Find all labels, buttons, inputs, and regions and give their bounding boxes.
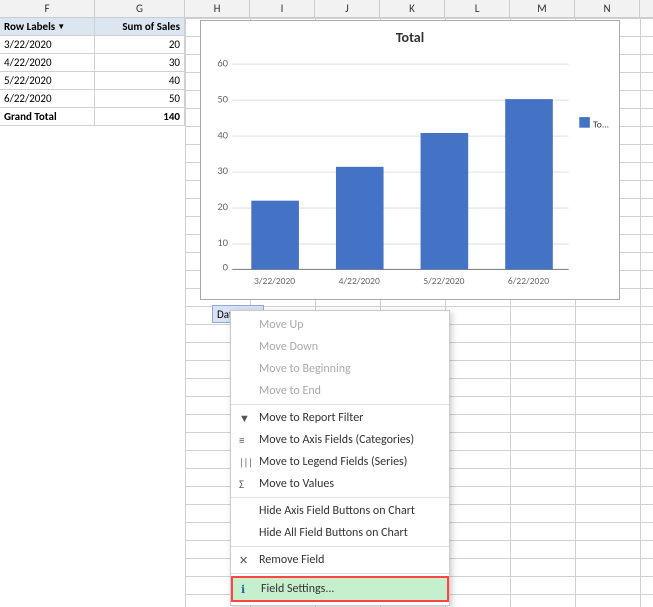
- pivot-date-2: 4/22/2020: [0, 54, 95, 71]
- svg-text:40: 40: [217, 128, 228, 141]
- pivot-grand-total-label: Grand Total: [0, 108, 95, 125]
- col-l-header: L: [445, 0, 510, 17]
- svg-text:30: 30: [217, 164, 228, 177]
- col-m-header: M: [510, 0, 575, 17]
- col-header-row: F G H I J K L M N: [0, 0, 653, 18]
- svg-text:0: 0: [223, 261, 229, 274]
- separator-2: [231, 497, 449, 498]
- remove-field-icon: ✕: [239, 554, 248, 567]
- menu-item-values[interactable]: Σ Move to Values: [231, 473, 449, 495]
- row-labels-dropdown[interactable]: ▼: [57, 22, 65, 32]
- pivot-col-f-header[interactable]: Row Labels ▼: [0, 18, 95, 35]
- svg-text:4/22/2020: 4/22/2020: [339, 275, 380, 287]
- svg-text:20: 20: [217, 200, 228, 213]
- chart-title: Total: [209, 29, 611, 46]
- col-n-header: N: [575, 0, 640, 17]
- field-settings-icon: ℹ: [241, 583, 245, 596]
- pivot-row-3: 5/22/2020 40: [0, 72, 185, 90]
- menu-item-axis-fields[interactable]: ≡ Move to Axis Fields (Categories): [231, 429, 449, 451]
- move-up-label: Move Up: [259, 318, 304, 332]
- values-label: Move to Values: [259, 477, 334, 491]
- hide-axis-label: Hide Axis Field Buttons on Chart: [259, 504, 415, 518]
- col-h-header: H: [185, 0, 250, 17]
- svg-text:To...: To...: [593, 119, 609, 131]
- pivot-date-3: 5/22/2020: [0, 72, 95, 89]
- axis-fields-label: Move to Axis Fields (Categories): [259, 433, 414, 447]
- menu-item-report-filter[interactable]: ▼ Move to Report Filter: [231, 407, 449, 429]
- svg-text:60: 60: [217, 56, 228, 69]
- legend-fields-label: Move to Legend Fields (Series): [259, 455, 407, 469]
- pivot-date-4: 6/22/2020: [0, 90, 95, 107]
- pivot-grand-total-value: 140: [95, 108, 185, 125]
- separator-3: [231, 546, 449, 547]
- col-f-header: F: [0, 0, 95, 17]
- svg-text:5/22/2020: 5/22/2020: [423, 275, 464, 287]
- separator-4: [231, 573, 449, 574]
- field-settings-label: Field Settings...: [261, 582, 334, 596]
- hide-all-label: Hide All Field Buttons on Chart: [259, 526, 408, 540]
- chart-area: Total 60 50 40 30 20 10 0: [200, 20, 620, 300]
- svg-text:10: 10: [217, 236, 228, 249]
- col-i-header: I: [250, 0, 315, 17]
- pivot-header-row: Row Labels ▼ Sum of Sales: [0, 18, 185, 36]
- pivot-value-4: 50: [95, 90, 185, 107]
- menu-item-move-down[interactable]: Move Down: [231, 336, 449, 358]
- menu-item-move-to-end[interactable]: Move to End: [231, 380, 449, 402]
- spreadsheet: F G H I J K L M N Row Labels ▼ Sum of Sa…: [0, 0, 653, 607]
- pivot-row-1: 3/22/2020 20: [0, 36, 185, 54]
- pivot-value-2: 30: [95, 54, 185, 71]
- chart-svg: 60 50 40 30 20 10 0: [209, 50, 611, 290]
- context-menu: Move Up Move Down Move to Beginning Move…: [230, 310, 450, 606]
- menu-item-hide-axis-field-buttons[interactable]: Hide Axis Field Buttons on Chart: [231, 500, 449, 522]
- separator-1: [231, 404, 449, 405]
- pivot-date-1: 3/22/2020: [0, 36, 95, 53]
- col-j-header: J: [315, 0, 380, 17]
- move-to-end-label: Move to End: [259, 384, 321, 398]
- chart-inner: 60 50 40 30 20 10 0: [209, 50, 611, 290]
- menu-item-remove-field[interactable]: ✕ Remove Field: [231, 549, 449, 571]
- pivot-row-2: 4/22/2020 30: [0, 54, 185, 72]
- pivot-col-g-header: Sum of Sales: [95, 18, 185, 35]
- svg-text:3/22/2020: 3/22/2020: [254, 275, 295, 287]
- bar-4: [505, 99, 553, 269]
- pivot-value-3: 40: [95, 72, 185, 89]
- col-k-header: K: [380, 0, 445, 17]
- menu-item-legend-fields[interactable]: ||| Move to Legend Fields (Series): [231, 451, 449, 473]
- pivot-row-4: 6/22/2020 50: [0, 90, 185, 108]
- axis-fields-icon: ≡: [239, 434, 244, 447]
- move-to-beginning-label: Move to Beginning: [259, 362, 351, 376]
- legend-fields-icon: |||: [239, 456, 253, 469]
- bar-1: [251, 201, 299, 270]
- pivot-value-1: 20: [95, 36, 185, 53]
- col-g-header: G: [95, 0, 185, 17]
- menu-item-move-up[interactable]: Move Up: [231, 314, 449, 336]
- bar-3: [421, 133, 469, 269]
- pivot-table: Row Labels ▼ Sum of Sales 3/22/2020 20 4…: [0, 18, 185, 126]
- move-down-label: Move Down: [259, 340, 318, 354]
- svg-text:50: 50: [217, 92, 228, 105]
- menu-item-hide-all-field-buttons[interactable]: Hide All Field Buttons on Chart: [231, 522, 449, 544]
- menu-item-field-settings[interactable]: ℹ Field Settings...: [231, 576, 449, 602]
- values-icon: Σ: [239, 478, 244, 491]
- report-filter-icon: ▼: [239, 412, 250, 425]
- pivot-grand-total-row: Grand Total 140: [0, 108, 185, 126]
- bar-2: [336, 167, 384, 270]
- remove-field-label: Remove Field: [259, 553, 324, 567]
- report-filter-label: Move to Report Filter: [259, 411, 363, 425]
- menu-item-move-to-beginning[interactable]: Move to Beginning: [231, 358, 449, 380]
- svg-text:6/22/2020: 6/22/2020: [508, 275, 549, 287]
